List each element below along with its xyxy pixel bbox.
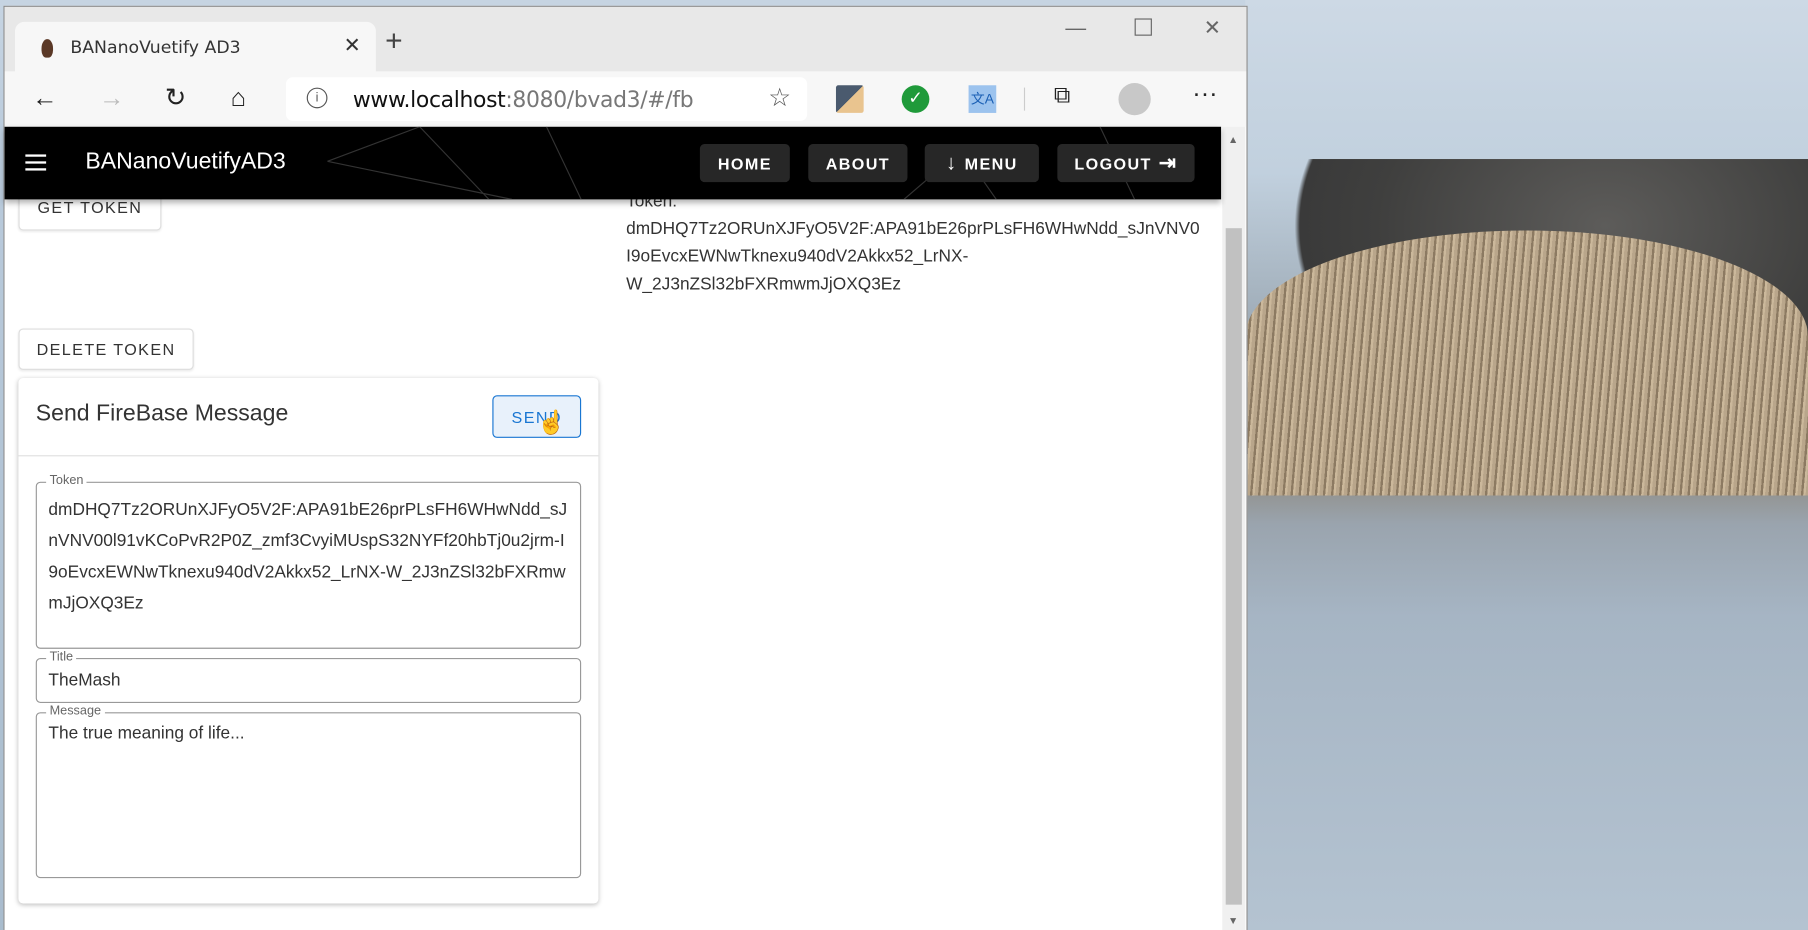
button-label: GET TOKEN xyxy=(37,198,143,217)
nav-about-button[interactable]: ABOUT xyxy=(808,144,908,183)
info-icon[interactable]: i xyxy=(306,87,328,109)
more-icon[interactable]: ··· xyxy=(1192,78,1217,108)
screen: BANanoVuetify AD3 ✕ + — ✕ ← → ↻ ⌂ i www.… xyxy=(0,0,1808,930)
scroll-up-icon[interactable]: ▲ xyxy=(1228,134,1238,146)
token-line: dmDHQ7Tz2ORUnXJFyO5V2F:APA91bE26prPLsFH6… xyxy=(626,218,1200,239)
tab-title: BANanoVuetify AD3 xyxy=(70,36,241,58)
token-display: Token: dmDHQ7Tz2ORUnXJFyO5V2F:APA91bE26p… xyxy=(626,188,1221,299)
favorite-star-icon[interactable]: ☆ xyxy=(768,83,791,113)
field-value: dmDHQ7Tz2ORUnXJFyO5V2F:APA91bE26prPLsFH6… xyxy=(48,500,568,614)
browser-toolbar: ← → ↻ ⌂ i www.localhost:8080/bvad3/#/fb … xyxy=(4,71,1247,127)
nav-menu-button[interactable]: ↓ MENU xyxy=(924,144,1039,183)
profile-avatar[interactable] xyxy=(1118,82,1151,116)
browser-window: BANanoVuetify AD3 ✕ + — ✕ ← → ↻ ⌂ i www.… xyxy=(3,5,1248,930)
vertical-scrollbar[interactable]: ▲ ▼ xyxy=(1222,126,1246,930)
collections-icon[interactable]: ⧉ xyxy=(1054,83,1070,110)
page-content: GET TOKEN DELETE TOKEN Token: dmDHQ7Tz2O… xyxy=(4,126,1222,930)
back-icon[interactable]: ← xyxy=(32,83,57,113)
field-value: TheMash xyxy=(48,670,121,691)
nav-home-button[interactable]: HOME xyxy=(699,144,790,183)
close-window-icon[interactable]: ✕ xyxy=(1204,16,1221,40)
divider xyxy=(18,455,599,457)
wallpaper-water xyxy=(1245,455,1808,930)
arrow-down-icon: ↓ xyxy=(945,150,958,175)
card-title: Send FireBase Message xyxy=(35,401,289,427)
button-label: ABOUT xyxy=(825,153,891,173)
message-field[interactable]: Message The true meaning of life... xyxy=(35,704,582,879)
maximize-icon[interactable] xyxy=(1134,18,1152,36)
field-value: The true meaning of life... xyxy=(48,723,245,744)
translate-icon[interactable]: 文A xyxy=(968,85,997,113)
nav-logout-button[interactable]: LOGOUT ⇥ xyxy=(1057,144,1195,183)
field-label: Token xyxy=(46,473,87,488)
app-title: BANanoVuetifyAD3 xyxy=(85,148,286,175)
app-bar: BANanoVuetifyAD3 HOME ABOUT ↓ MENU LOGOUT… xyxy=(4,126,1222,200)
token-field[interactable]: Token dmDHQ7Tz2ORUnXJFyO5V2F:APA91bE26pr… xyxy=(35,473,582,649)
address-bar[interactable]: i www.localhost:8080/bvad3/#/fb ☆ xyxy=(285,77,808,122)
check-extension-icon[interactable]: ✓ xyxy=(901,85,930,113)
wallpaper-grass xyxy=(1245,230,1808,496)
delete-token-button[interactable]: DELETE TOKEN xyxy=(18,328,194,370)
title-bar: BANanoVuetify AD3 ✕ + — ✕ xyxy=(4,6,1247,74)
forward-icon[interactable]: → xyxy=(99,83,124,113)
button-label: LOGOUT xyxy=(1074,153,1152,173)
browser-tab[interactable]: BANanoVuetify AD3 ✕ xyxy=(14,21,376,74)
refresh-icon[interactable]: ↻ xyxy=(165,83,186,113)
home-icon[interactable]: ⌂ xyxy=(231,83,246,113)
menu-hamburger-icon[interactable] xyxy=(25,154,47,175)
scrollbar-thumb[interactable] xyxy=(1225,228,1242,905)
field-label: Title xyxy=(46,649,77,664)
title-field[interactable]: Title TheMash xyxy=(35,649,582,703)
scroll-down-icon[interactable]: ▼ xyxy=(1228,915,1238,927)
new-tab-icon[interactable]: + xyxy=(385,23,403,59)
button-label: DELETE TOKEN xyxy=(36,339,176,359)
url-text: www.localhost:8080/bvad3/#/fb xyxy=(352,87,694,113)
close-tab-icon[interactable]: ✕ xyxy=(344,33,361,57)
divider xyxy=(1023,87,1026,111)
field-label: Message xyxy=(46,704,105,718)
favicon-icon xyxy=(41,39,54,58)
send-message-card: Send FireBase Message SEND Token dmDHQ7T… xyxy=(18,377,599,904)
button-label: HOME xyxy=(717,153,772,173)
logout-icon: ⇥ xyxy=(1158,150,1178,175)
token-line: W_2J3nZSl32bFXRmwmJjOXQ3Ez xyxy=(626,274,902,294)
minimize-icon[interactable]: — xyxy=(1065,16,1086,40)
button-label: MENU xyxy=(964,153,1018,173)
extension-icon[interactable] xyxy=(835,85,864,113)
token-line: I9oEvcxEWNwTknexu940dV2Akkx52_LrNX- xyxy=(626,246,969,267)
hand-cursor-icon: ☝ xyxy=(537,410,567,436)
